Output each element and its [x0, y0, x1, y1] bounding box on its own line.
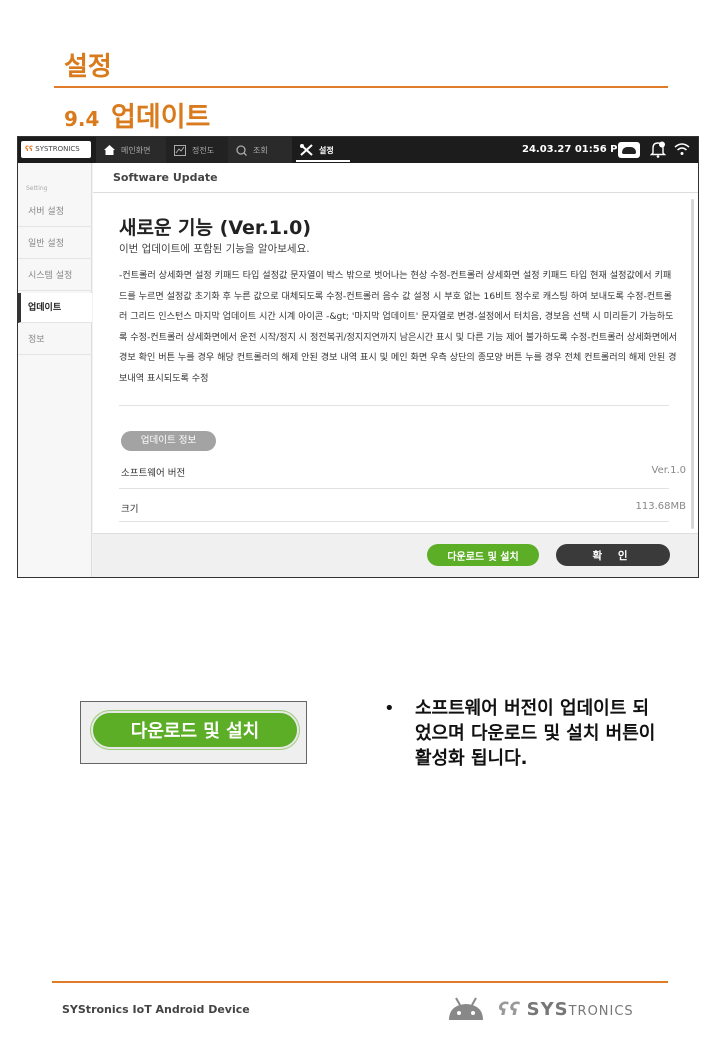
- brand-text-big: SYS: [526, 999, 569, 1020]
- settings-sidebar: Setting 서버 설정 일반 설정 시스템 설정 업데이트 정보: [18, 163, 92, 577]
- feature-subtitle: 이번 업데이트에 포함된 기능을 알아보세요.: [119, 243, 310, 255]
- size-value: 113.68MB: [635, 501, 686, 512]
- size-label: 크기: [121, 504, 139, 515]
- software-version-label: 소프트웨어 버전: [121, 468, 186, 479]
- sidebar-item-server[interactable]: 서버 설정: [18, 197, 92, 227]
- download-install-button[interactable]: 다운로드 및 설치: [427, 544, 539, 566]
- note-text: 소프트웨어 버전이 업데이트 되었으며 다운로드 및 설치 버튼이 활성화 됩니…: [415, 698, 656, 769]
- changelog-text: -컨트롤러 상세화면 설정 키패드 타입 설정값 문자열이 박스 밖으로 벗어나…: [119, 271, 678, 384]
- home-icon: [104, 145, 115, 155]
- divider: [119, 405, 669, 406]
- sidebar-item-general[interactable]: 일반 설정: [18, 229, 92, 259]
- top-divider: [54, 86, 668, 88]
- tab-power-outage[interactable]: 정전도: [166, 137, 228, 163]
- feature-title: 새로운 기능 (Ver.1.0): [119, 217, 312, 239]
- wifi-icon: [674, 143, 690, 155]
- datetime: 24.03.27 01:56 PM: [522, 144, 628, 155]
- section-heading: 9.4 업데이트: [64, 95, 210, 134]
- footer-text: SYStronics IoT Android Device: [62, 1003, 250, 1016]
- scrollbar[interactable]: [691, 199, 694, 529]
- sidebar-item-info[interactable]: 정보: [18, 325, 92, 355]
- tab-main[interactable]: 메인화면: [96, 137, 166, 163]
- device-screenshot: ʕʕ SYSTRONICS 메인화면 정전도 조회 설정 24.03.27 01…: [17, 136, 699, 578]
- zoomed-button-frame: 다운로드 및 설치: [80, 701, 307, 764]
- update-info-pill: 업데이트 정보: [121, 431, 216, 451]
- tools-icon: [300, 144, 313, 156]
- bell-icon[interactable]: [650, 141, 666, 158]
- tab-search[interactable]: 조회: [228, 137, 292, 163]
- device-logo: ʕʕ SYSTRONICS: [21, 141, 91, 158]
- panel-header: Software Update: [93, 163, 698, 193]
- panel-footer: 다운로드 및 설치 확 인: [93, 533, 698, 577]
- page-heading: 설정: [64, 52, 112, 82]
- tab-search-label: 조회: [253, 145, 268, 155]
- sidebar-caption: Setting: [26, 185, 48, 192]
- confirm-button[interactable]: 확 인: [556, 544, 670, 566]
- bullet: •: [384, 698, 395, 719]
- update-panel: Software Update 새로운 기능 (Ver.1.0) 이번 업데이트…: [93, 163, 698, 577]
- brand-text-small: TRONICS: [568, 1004, 634, 1019]
- top-bar: ʕʕ SYSTRONICS 메인화면 정전도 조회 설정 24.03.27 01…: [18, 137, 698, 163]
- sidebar-item-update[interactable]: 업데이트: [18, 293, 92, 323]
- cloud-icon[interactable]: [618, 142, 640, 158]
- power-chart-icon: [174, 144, 186, 156]
- logo-mark: ʕʕ: [25, 145, 34, 153]
- zoomed-download-button[interactable]: 다운로드 및 설치: [91, 711, 299, 749]
- brand-logo: ʕʕ SYSTRONICS: [498, 999, 634, 1020]
- divider: [119, 521, 669, 522]
- bottom-divider: [52, 981, 668, 983]
- tab-main-label: 메인화면: [121, 145, 151, 155]
- divider: [119, 488, 669, 489]
- tab-power-label: 정전도: [192, 145, 215, 155]
- logo-text: SYSTRONICS: [35, 145, 80, 153]
- section-title: 업데이트: [111, 102, 211, 133]
- tab-settings[interactable]: 설정: [292, 137, 354, 163]
- brand-mark: ʕʕ: [498, 999, 521, 1020]
- software-version-value: Ver.1.0: [651, 465, 687, 476]
- section-number: 9.4: [64, 107, 100, 131]
- android-icon: [449, 997, 483, 1020]
- sidebar-item-system[interactable]: 시스템 설정: [18, 261, 92, 291]
- search-icon: [236, 144, 247, 156]
- tab-settings-label: 설정: [319, 145, 334, 155]
